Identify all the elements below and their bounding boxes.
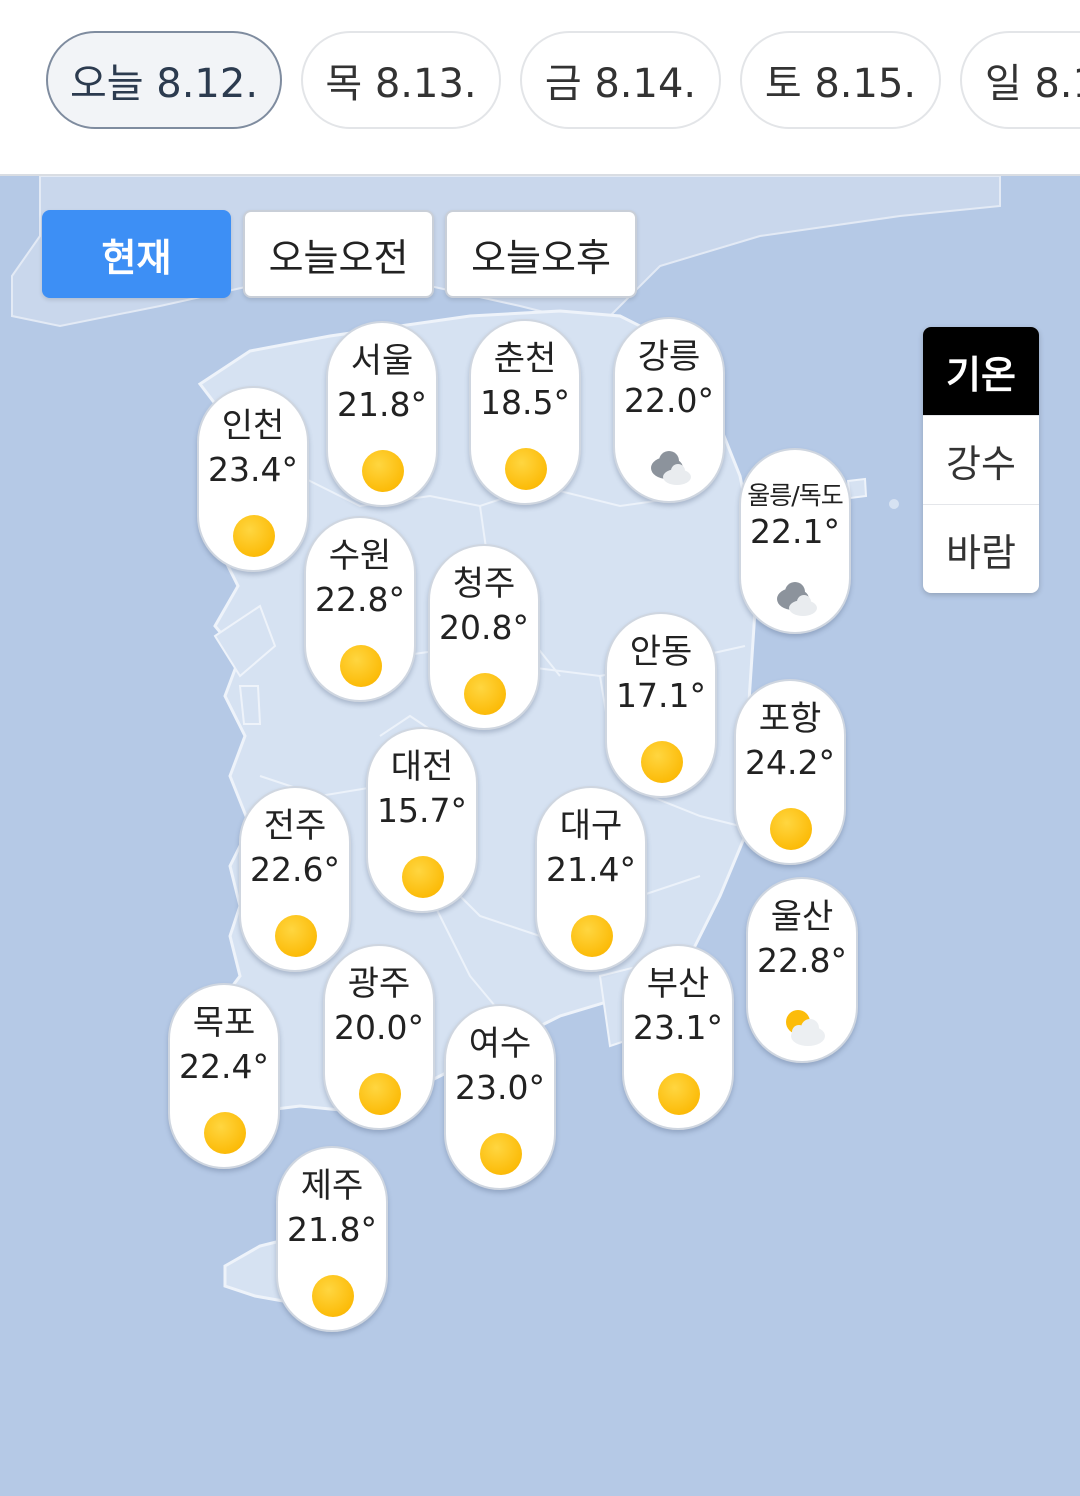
city-name: 전주 (263, 806, 327, 846)
partly-cloudy-icon (786, 1010, 825, 1046)
city-temp: 20.8° (439, 608, 529, 647)
cloud-icon (651, 451, 691, 485)
tab-day-fri[interactable]: 금 8.14. (520, 31, 721, 129)
city-temp: 24.2° (745, 743, 835, 782)
city-name: 대구 (559, 806, 623, 846)
city-temp: 15.7° (377, 791, 467, 830)
city-pohang[interactable]: 포항 24.2° (734, 679, 846, 865)
sun-icon (658, 1073, 700, 1115)
city-temp: 21.8° (287, 1210, 377, 1249)
city-temp: 18.5° (480, 383, 570, 422)
layer-wind-button[interactable]: 바람 (923, 504, 1039, 593)
city-ulleung-dokdo[interactable]: 울릉/독도 22.1° (739, 448, 851, 634)
city-andong[interactable]: 안동 17.1° (605, 612, 717, 798)
city-gwangju[interactable]: 광주 20.0° (323, 944, 435, 1130)
tab-day-today[interactable]: 오늘 8.12. (46, 31, 282, 129)
layer-temperature-button[interactable]: 기온 (923, 327, 1039, 415)
city-name: 청주 (452, 564, 516, 604)
city-name: 수원 (328, 536, 392, 576)
date-tab-bar: 오늘 8.12. 목 8.13. 금 8.14. 토 8.15. 일 8.16. (0, 0, 1080, 176)
city-temp: 20.0° (334, 1008, 424, 1047)
city-jeonju[interactable]: 전주 22.6° (239, 786, 351, 972)
mode-button-current[interactable]: 현재 (42, 210, 231, 298)
sun-icon (359, 1073, 401, 1115)
city-name: 광주 (347, 964, 411, 1004)
city-temp: 23.4° (208, 450, 298, 489)
sun-icon (641, 741, 683, 783)
sun-icon (275, 915, 317, 957)
city-name: 강릉 (637, 337, 701, 377)
city-name: 포항 (758, 699, 822, 739)
city-temp: 22.8° (315, 580, 405, 619)
sun-icon (770, 808, 812, 850)
city-busan[interactable]: 부산 23.1° (622, 944, 734, 1130)
city-yeosu[interactable]: 여수 23.0° (444, 1004, 556, 1190)
city-chuncheon[interactable]: 춘천 18.5° (469, 319, 581, 505)
city-temp: 22.8° (757, 941, 847, 980)
tab-day-sat[interactable]: 토 8.15. (740, 31, 941, 129)
sun-icon (312, 1275, 354, 1317)
sun-icon (402, 856, 444, 898)
city-cheongju[interactable]: 청주 20.8° (428, 544, 540, 730)
city-temp: 23.1° (633, 1008, 723, 1047)
mode-button-morning[interactable]: 오늘오전 (243, 210, 434, 298)
city-name: 인천 (221, 406, 285, 446)
city-temp: 22.6° (250, 850, 340, 889)
city-mokpo[interactable]: 목포 22.4° (168, 983, 280, 1169)
city-name: 여수 (468, 1024, 532, 1064)
city-temp: 21.4° (546, 850, 636, 889)
sun-icon (464, 673, 506, 715)
city-temp: 21.8° (337, 385, 427, 424)
tab-day-sun[interactable]: 일 8.16. (960, 31, 1080, 129)
weather-layer-selector: 기온 강수 바람 (923, 327, 1039, 593)
layer-precipitation-button[interactable]: 강수 (923, 415, 1039, 504)
sun-icon (204, 1112, 246, 1154)
city-gangneung[interactable]: 강릉 22.0° (613, 317, 725, 503)
city-jeju[interactable]: 제주 21.8° (276, 1146, 388, 1332)
city-name: 제주 (300, 1166, 364, 1206)
city-name: 부산 (646, 964, 710, 1004)
city-temp: 22.4° (179, 1047, 269, 1086)
sun-icon (480, 1133, 522, 1175)
city-ulsan[interactable]: 울산 22.8° (746, 877, 858, 1063)
city-daejeon[interactable]: 대전 15.7° (366, 727, 478, 913)
sun-icon (571, 915, 613, 957)
city-name: 춘천 (493, 339, 557, 379)
city-seoul[interactable]: 서울 21.8° (326, 321, 438, 507)
city-name: 안동 (629, 632, 693, 672)
tab-day-thu[interactable]: 목 8.13. (301, 31, 501, 129)
weather-map[interactable]: 현재 오늘오전 오늘오후 기온 강수 바람 인천 23.4° 서울 21.8° … (0, 176, 1080, 1496)
city-name: 울산 (770, 897, 834, 937)
city-name: 대전 (390, 747, 454, 787)
sun-icon (362, 450, 404, 492)
city-temp: 22.1° (750, 512, 840, 551)
city-temp: 23.0° (455, 1068, 545, 1107)
sun-icon (505, 448, 547, 490)
city-suwon[interactable]: 수원 22.8° (304, 516, 416, 702)
sun-icon (233, 515, 275, 557)
city-name: 울릉/독도 (747, 481, 843, 510)
sun-icon (340, 645, 382, 687)
city-incheon[interactable]: 인천 23.4° (197, 386, 309, 572)
cloud-icon (777, 582, 817, 616)
city-name: 서울 (350, 341, 414, 381)
city-temp: 17.1° (616, 676, 706, 715)
mode-button-afternoon[interactable]: 오늘오후 (445, 210, 637, 298)
city-name: 목포 (192, 1003, 256, 1043)
city-temp: 22.0° (624, 381, 714, 420)
city-daegu[interactable]: 대구 21.4° (535, 786, 647, 972)
